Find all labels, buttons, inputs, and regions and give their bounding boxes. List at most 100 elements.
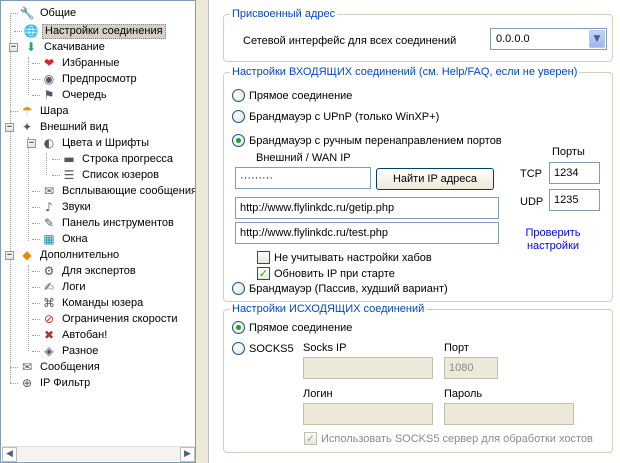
toolbar-icon: ✎	[43, 216, 55, 230]
tree-item[interactable]: ⚙ Для экспертов	[41, 263, 138, 279]
heart-icon: ❤	[43, 56, 55, 70]
checkbox-label: Не учитывать настройки хабов	[274, 251, 432, 264]
preview-icon: ◉	[43, 72, 55, 86]
interface-select[interactable]: 0.0.0.0 ▼	[490, 28, 607, 50]
update-ip-checkbox[interactable]: ✓ Обновить IP при старте	[257, 267, 395, 280]
check-settings-link[interactable]: Проверить настройки	[519, 227, 587, 253]
tree-item[interactable]: ◐ Цвета и Шрифты	[41, 135, 151, 151]
tree-item[interactable]: ⊘ Ограничения скорости	[41, 311, 180, 327]
use-socks-hosts-checkbox[interactable]: ✓ Использовать SOCKS5 сервер для обработ…	[304, 432, 593, 445]
settings-tree[interactable]: 🔧 Общие 🌐 Настройки соединения − ⬇ Скачивание ❤…	[0, 0, 196, 463]
radio-label: Брандмауэр с UPnP (только WinXP+)	[249, 110, 440, 123]
tree-item[interactable]: ✉ Всплывающие сообщения	[41, 183, 196, 199]
checkbox-checked[interactable]: ✓	[257, 267, 270, 280]
scroll-right-button[interactable]: ▶	[180, 447, 195, 462]
wan-ip-label: Внешний / WAN IP	[256, 152, 351, 164]
test-url-field[interactable]	[235, 222, 499, 244]
windows-icon: ▦	[43, 232, 55, 246]
radio-button-selected[interactable]	[232, 321, 245, 334]
tree-item[interactable]: ⌘ Команды юзера	[41, 295, 145, 311]
tcp-port-field[interactable]	[549, 162, 600, 184]
group-title: Настройки ИСХОДЯЩИХ соединений	[232, 303, 425, 315]
tree-item-label: Разное	[62, 344, 99, 357]
tree-item-label: Избранные	[62, 56, 120, 69]
socks-password-field[interactable]	[444, 403, 574, 425]
tree-item[interactable]: ♪ Звуки	[41, 199, 93, 215]
getip-url-field[interactable]	[235, 197, 499, 219]
radio-button-selected[interactable]	[232, 134, 245, 147]
tree-item-label: Очередь	[62, 88, 107, 101]
socks-ip-field[interactable]	[303, 357, 433, 379]
globe-network-icon: 🌐	[23, 24, 39, 38]
wrench-icon: 🔧	[19, 6, 35, 20]
tree-item[interactable]: ◈ Разное	[41, 343, 100, 359]
chevron-down-icon[interactable]: ▼	[589, 30, 605, 48]
tree-item-label: Всплывающие сообщения	[62, 184, 196, 197]
radio-button[interactable]	[232, 342, 245, 355]
checkbox-checked-disabled[interactable]: ✓	[304, 432, 317, 445]
socks-port-field[interactable]	[444, 357, 498, 379]
tree-item[interactable]: ▦ Окна	[41, 231, 90, 247]
radio-socks5[interactable]: SOCKS5	[232, 342, 294, 355]
wan-ip-field[interactable]	[235, 167, 371, 189]
tcp-label: TCP	[520, 168, 542, 180]
tree-item[interactable]: ✎ Панель инструментов	[41, 215, 176, 231]
tree-item-label: Для экспертов	[62, 264, 136, 277]
radio-direct-incoming[interactable]: Прямое соединение	[232, 89, 352, 102]
radio-button[interactable]	[232, 89, 245, 102]
arrow-right-icon: ▶	[184, 449, 191, 459]
tree-horizontal-scrollbar[interactable]: ◀ ▶	[2, 446, 195, 462]
tree-item[interactable]: ✉ Сообщения	[19, 359, 102, 375]
tree-item[interactable]: ⊕ IP Фильтр	[19, 375, 92, 391]
tree-item-label: Автобан!	[62, 328, 108, 341]
tree-item[interactable]: ✦ Внешний вид	[19, 119, 110, 135]
tree-item-label: Общие	[40, 6, 77, 19]
user-list-icon: ☰	[63, 168, 75, 182]
user-commands-icon: ⌘	[43, 296, 55, 310]
group-title: Присвоенный адрес	[232, 8, 336, 20]
radio-label: SOCKS5	[249, 342, 294, 355]
tree-item[interactable]: ☰ Список юзеров	[61, 167, 161, 183]
queue-icon: ⚑	[43, 88, 55, 102]
expander-minus-icon[interactable]: −	[5, 251, 14, 260]
radio-manual-ports[interactable]: Брандмауэр с ручным перенаправлением пор…	[232, 134, 502, 147]
login-label: Логин	[303, 388, 333, 400]
share-icon: ☂	[21, 104, 33, 118]
tree-item[interactable]: 🌐 Настройки соединения	[23, 23, 166, 39]
radio-button[interactable]	[232, 110, 245, 123]
tree-item[interactable]: 🔧 Общие	[19, 5, 78, 21]
checkbox-label: Использовать SOCKS5 сервер для обработки…	[321, 432, 593, 445]
radio-direct-outgoing[interactable]: Прямое соединение	[232, 321, 352, 334]
tree-item-label: Цвета и Шрифты	[62, 136, 149, 149]
tree-item[interactable]: ◆ Дополнительно	[19, 247, 121, 263]
tree-item-label: Дополнительно	[40, 248, 120, 261]
tree-item[interactable]: ◉ Предпросмотр	[41, 71, 139, 87]
find-ip-button[interactable]: Найти IP адреса	[376, 168, 494, 190]
socks-login-field[interactable]	[303, 403, 433, 425]
tree-item[interactable]: ❤ Избранные	[41, 55, 122, 71]
tree-item[interactable]: ⬇ Скачивание	[23, 39, 107, 55]
udp-label: UDP	[520, 196, 544, 208]
expander-minus-icon[interactable]: −	[27, 139, 36, 148]
speed-limit-icon: ⊘	[43, 312, 55, 326]
tree-item-label: Логи	[62, 280, 86, 293]
tree-item[interactable]: ☂ Шара	[19, 103, 70, 119]
tree-item[interactable]: ✍ Логи	[41, 279, 88, 295]
tree-item[interactable]: ✖ Автобан!	[41, 327, 109, 343]
radio-passive[interactable]: Брандмауэр (Пассив, худший вариант)	[232, 282, 448, 295]
expander-minus-icon[interactable]: −	[9, 43, 18, 52]
tree-item-label: Настройки соединения	[42, 23, 166, 39]
scroll-left-button[interactable]: ◀	[2, 447, 17, 462]
misc-icon: ◈	[44, 344, 54, 358]
checkbox[interactable]	[257, 251, 270, 264]
radio-label: Брандмауэр (Пассив, худший вариант)	[249, 282, 448, 295]
udp-port-field[interactable]	[549, 189, 600, 211]
tree-item-label: Панель инструментов	[62, 216, 174, 229]
group-title: Настройки ВХОДЯЩИХ соединений (см. Help/…	[232, 66, 578, 78]
ignore-hubs-checkbox[interactable]: Не учитывать настройки хабов	[257, 251, 432, 264]
radio-upnp[interactable]: Брандмауэр с UPnP (только WinXP+)	[232, 110, 439, 123]
radio-button[interactable]	[232, 282, 245, 295]
expander-minus-icon[interactable]: −	[5, 123, 14, 132]
tree-item[interactable]: ⚑ Очередь	[41, 87, 109, 103]
tree-item[interactable]: ▬ Строка прогресса	[61, 151, 175, 167]
